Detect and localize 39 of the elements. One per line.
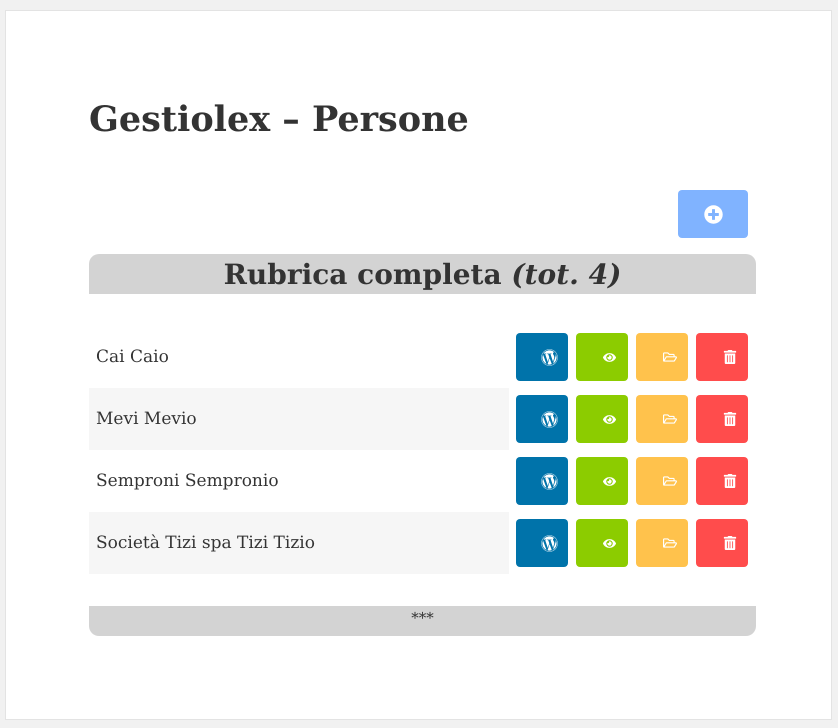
add-button[interactable]: [678, 190, 748, 238]
w-logo-button[interactable]: [516, 457, 568, 505]
trash-icon: [722, 412, 736, 426]
folder-icon: [662, 350, 676, 364]
view-button[interactable]: [576, 333, 628, 381]
eye-icon: [603, 350, 616, 364]
trash-icon: [722, 474, 736, 488]
w-logo-icon: [541, 348, 558, 366]
person-name: Mevi Mevio: [89, 388, 509, 450]
page-title: Gestiolex – Persone: [89, 98, 470, 142]
w-logo-icon: [541, 534, 558, 552]
trash-icon: [722, 350, 736, 364]
folder-button[interactable]: [636, 395, 688, 443]
delete-button[interactable]: [696, 519, 748, 567]
folder-icon: [662, 474, 676, 488]
eye-icon: [603, 536, 616, 550]
view-button[interactable]: [576, 519, 628, 567]
add-icon: [704, 204, 722, 224]
directory-footer: ***: [89, 606, 756, 636]
w-logo-icon: [541, 410, 558, 428]
folder-icon: [662, 536, 676, 550]
delete-button[interactable]: [696, 333, 748, 381]
eye-icon: [603, 474, 616, 488]
trash-icon: [722, 536, 736, 550]
w-logo-button[interactable]: [516, 333, 568, 381]
folder-icon: [662, 412, 676, 426]
view-button[interactable]: [576, 395, 628, 443]
eye-icon: [603, 412, 616, 426]
w-logo-button[interactable]: [516, 395, 568, 443]
folder-button[interactable]: [636, 333, 688, 381]
w-logo-button[interactable]: [516, 519, 568, 567]
delete-button[interactable]: [696, 395, 748, 443]
delete-button[interactable]: [696, 457, 748, 505]
person-name: Società Tizi spa Tizi Tizio: [89, 512, 509, 574]
view-button[interactable]: [576, 457, 628, 505]
w-logo-icon: [541, 472, 558, 490]
folder-button[interactable]: [636, 457, 688, 505]
folder-button[interactable]: [636, 519, 688, 567]
directory-heading: Rubrica completa (tot. 4): [89, 254, 756, 294]
